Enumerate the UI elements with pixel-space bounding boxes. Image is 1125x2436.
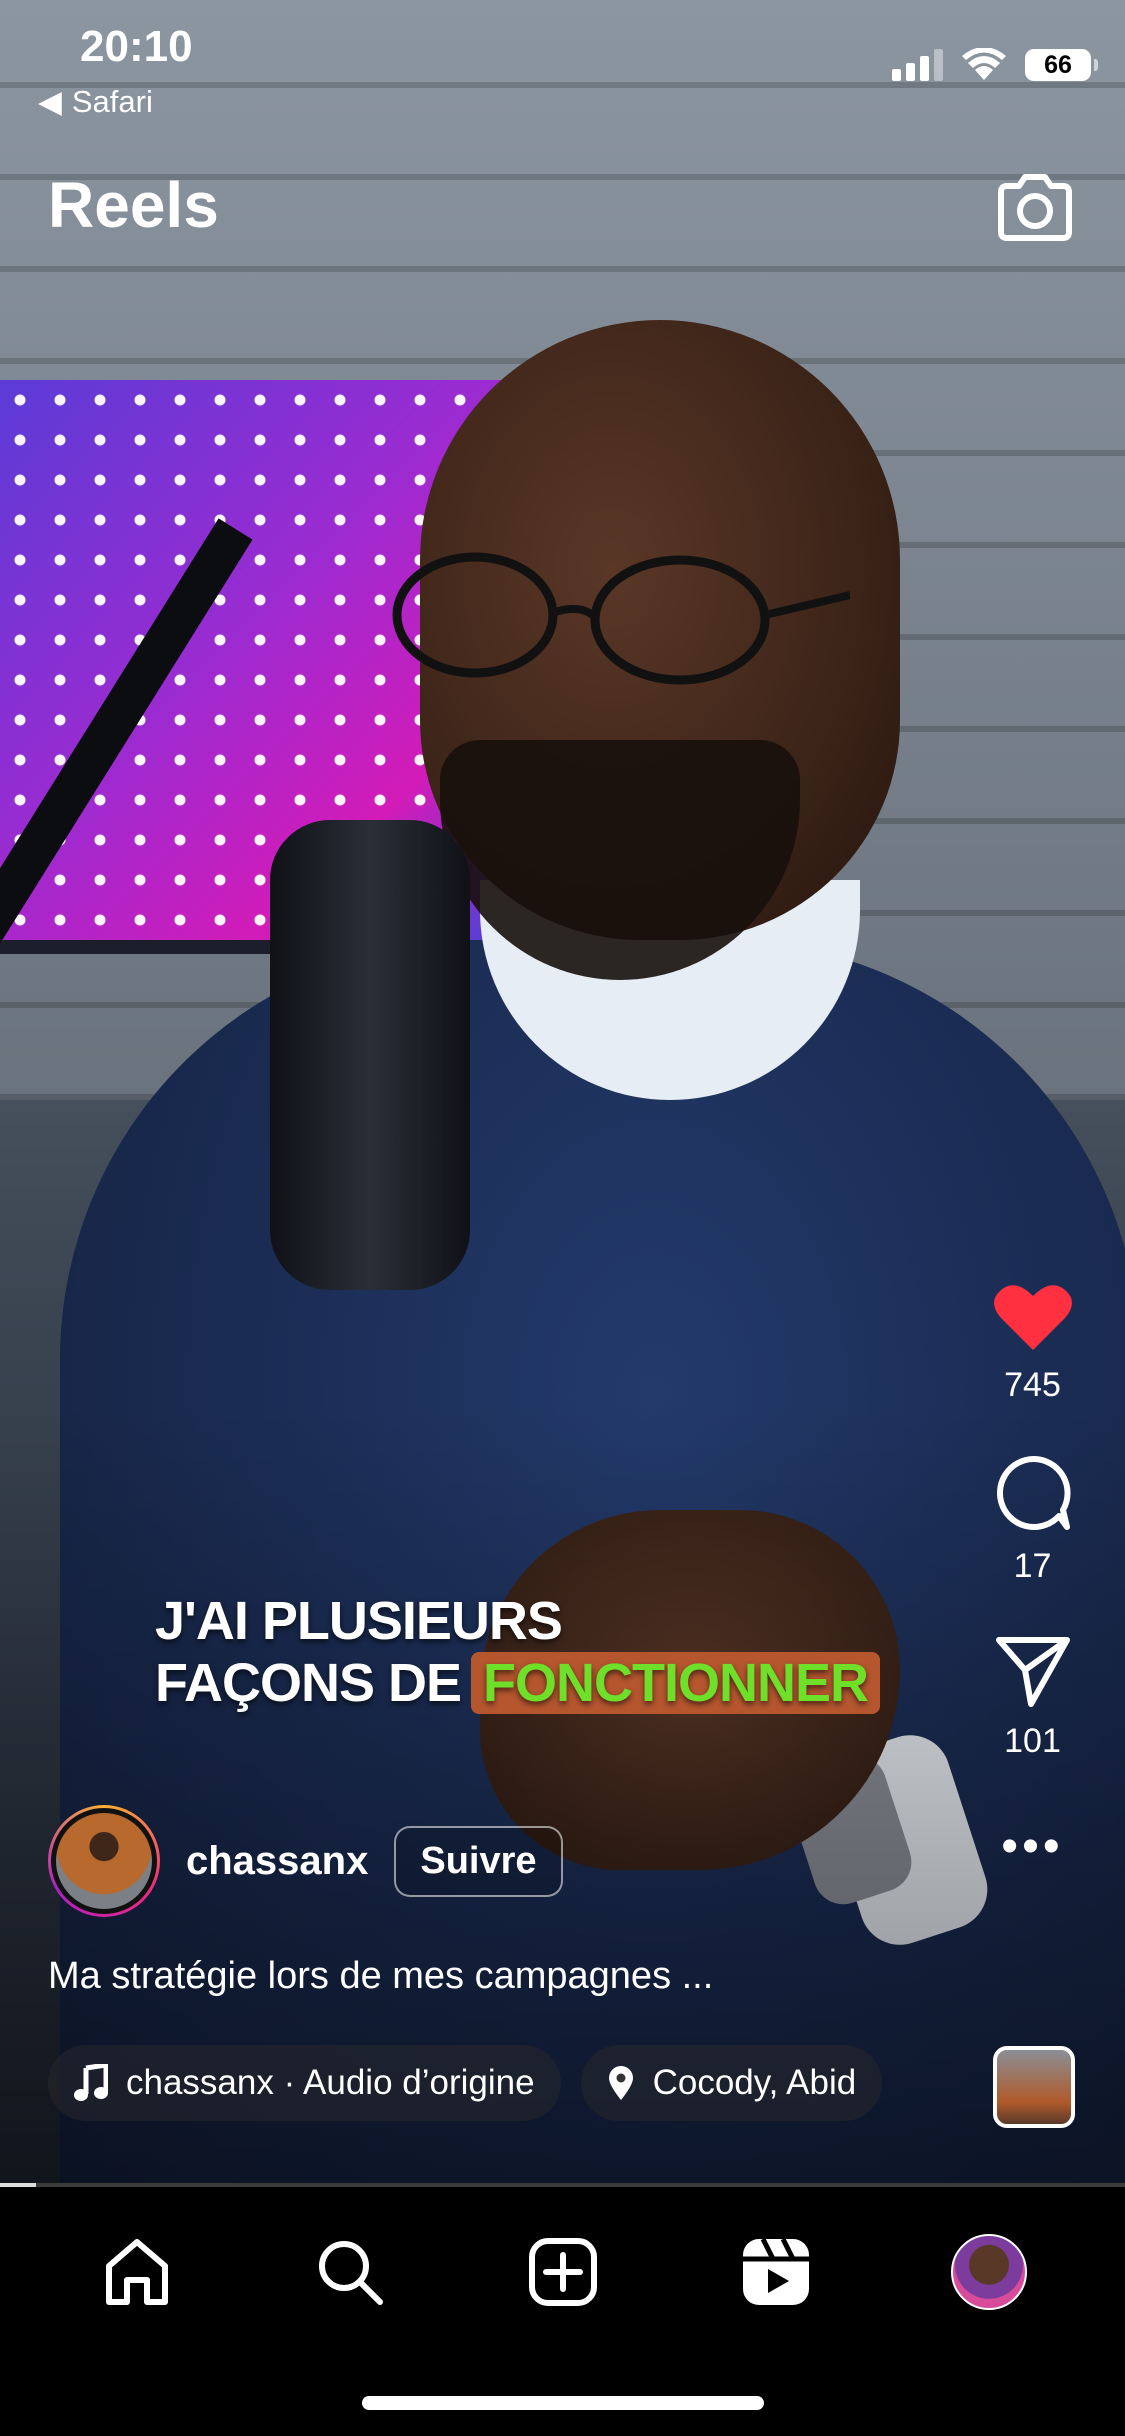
status-time: 20:10 [80,22,193,71]
caption-line-2: FAÇONS DE [155,1653,462,1713]
author-avatar[interactable] [51,1808,157,1914]
nav-reels[interactable] [736,2232,816,2312]
nav-profile[interactable] [949,2232,1029,2312]
back-to-app[interactable]: ◀ Safari [38,84,153,120]
cellular-signal-icon [892,49,943,81]
like-count: 745 [1004,1366,1061,1404]
post-description[interactable]: Ma stratégie lors de mes campagnes ... [48,1955,713,1998]
nav-home[interactable] [97,2232,177,2312]
comment-icon[interactable] [993,1453,1073,1533]
wifi-icon [962,48,1006,80]
camera-icon[interactable] [995,172,1075,242]
nav-search[interactable] [310,2232,390,2312]
location-label: Cocody, Abid [652,2063,857,2102]
like-action[interactable]: 745 [993,1280,1073,1405]
caption-highlight: FONCTIONNER [471,1652,881,1714]
location-chip[interactable]: Cocody, Abid [580,2045,883,2121]
status-icons: 66 [892,48,1098,82]
back-triangle-icon: ◀ [38,84,62,119]
search-icon[interactable] [314,2236,386,2308]
create-icon[interactable] [528,2237,598,2307]
more-options-icon[interactable]: ••• [1001,1819,1063,1874]
profile-avatar[interactable] [950,2234,1027,2310]
send-icon[interactable] [993,1634,1073,1708]
audio-thumbnail[interactable] [993,2046,1075,2128]
reels-icon[interactable] [741,2237,811,2307]
nav-create[interactable] [523,2232,603,2312]
share-count: 101 [1004,1722,1061,1760]
audio-label: chassanx · Audio d’origine [126,2063,535,2102]
story-ring[interactable] [48,1805,160,1917]
music-note-icon [74,2064,108,2101]
heart-icon[interactable] [993,1280,1073,1352]
post-chips: chassanx · Audio d’origine Cocody, Abid [48,2045,928,2121]
home-icon[interactable] [101,2236,173,2308]
microphone [270,820,470,1290]
follow-button[interactable]: Suivre [394,1825,563,1897]
comment-count: 17 [1013,1547,1052,1585]
author-username[interactable]: chassanx [186,1839,368,1884]
post-author-row: chassanx Suivre [48,1805,563,1917]
caption-line-1: J'AI PLUSIEURS [155,1591,563,1651]
video-caption: J'AI PLUSIEURS FAÇONS DE FONCTIONNER [155,1590,881,1714]
reel-actions: 745 17 101 ••• [970,1280,1095,1874]
back-app-label: Safari [71,84,153,119]
home-indicator[interactable] [362,2396,764,2410]
glasses [392,552,850,685]
comment-action[interactable]: 17 [993,1453,1073,1586]
location-pin-icon [608,2066,633,2100]
battery-icon: 66 [1025,49,1098,81]
audio-chip[interactable]: chassanx · Audio d’origine [48,2045,561,2121]
page-title: Reels [48,169,219,241]
share-action[interactable]: 101 [993,1634,1073,1761]
